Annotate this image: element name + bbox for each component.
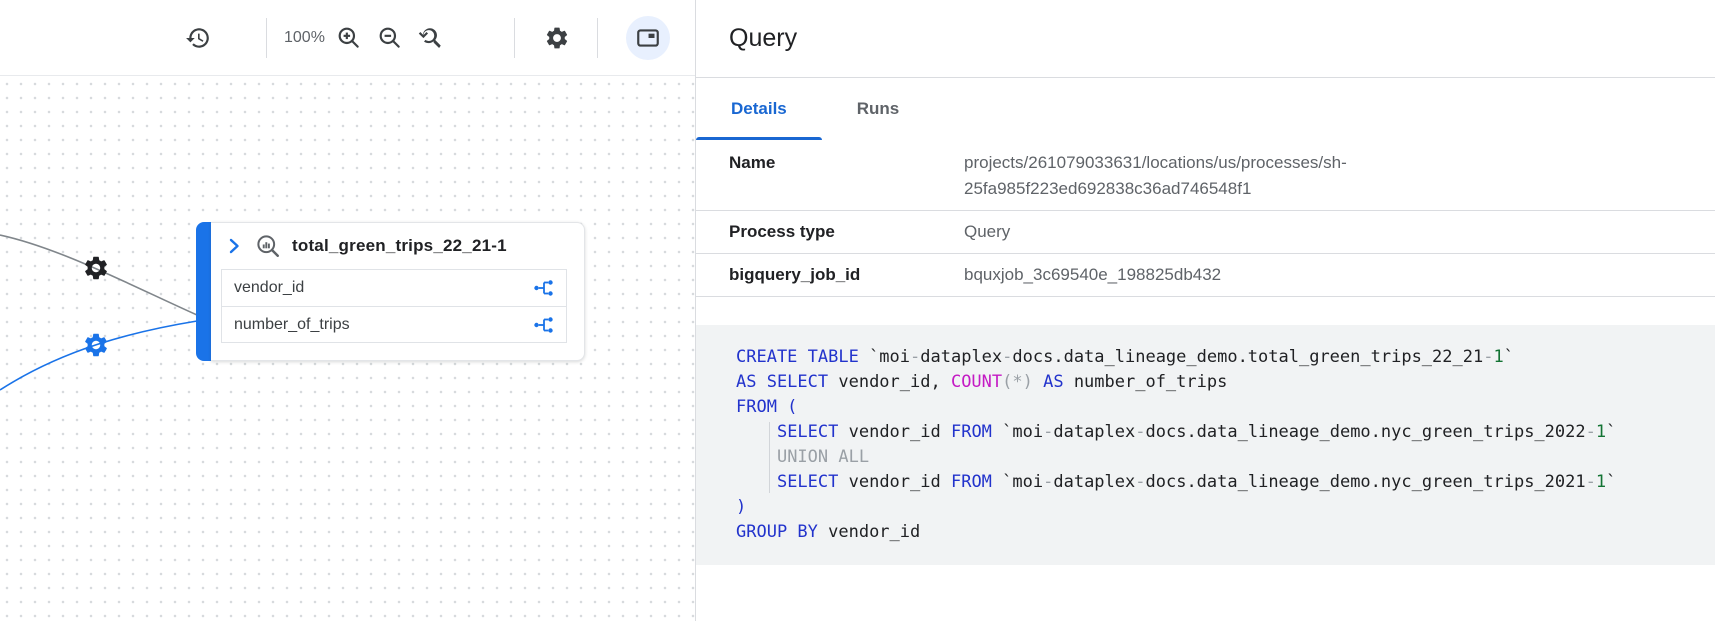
bigquery-table-icon (255, 233, 282, 260)
toolbar-divider (597, 18, 598, 58)
toggle-side-panel-button[interactable] (626, 16, 670, 60)
node-selected-accent-bar (196, 222, 211, 361)
table-node-total-green-trips[interactable]: total_green_trips_22_21-1 vendor_id (196, 222, 585, 361)
process-gear-node-2-selected[interactable] (82, 331, 110, 359)
graph-toolbar: 100% (0, 0, 695, 76)
sql-code: CREATE TABLE `moi-dataplex-docs.data_lin… (736, 345, 1715, 545)
detail-row-process-type: Process type Query (696, 211, 1715, 254)
tab-runs-label: Runs (857, 99, 900, 119)
process-gear-node-1[interactable] (82, 254, 110, 282)
detail-value: Query (964, 219, 1010, 245)
panel-tabs: Details Runs (696, 78, 1715, 140)
indent-guide (769, 422, 770, 493)
detail-row-name: Name projects/261079033631/locations/us/… (696, 140, 1715, 211)
detail-label: Process type (729, 219, 964, 245)
lineage-canvas[interactable]: total_green_trips_22_21-1 vendor_id (0, 77, 695, 621)
history-icon (185, 25, 211, 51)
tab-runs[interactable]: Runs (822, 78, 935, 140)
node-header: total_green_trips_22_21-1 (211, 223, 584, 269)
gear-icon (82, 254, 110, 282)
zoom-reset-icon (418, 25, 444, 51)
gear-icon (82, 331, 110, 359)
zoom-out-icon (377, 25, 403, 51)
detail-label: bigquery_job_id (729, 262, 964, 288)
column-lineage-icon[interactable] (532, 313, 556, 337)
detail-value: projects/261079033631/locations/us/proce… (964, 150, 1524, 202)
tab-details-label: Details (731, 99, 787, 119)
field-row-vendor-id[interactable]: vendor_id (222, 270, 566, 306)
details-side-panel: Query Details Runs Name projects/2610790… (695, 0, 1715, 621)
graph-settings-button[interactable] (539, 20, 575, 56)
zoom-level-label: 100% (284, 29, 325, 47)
detail-row-bigquery-job-id: bigquery_job_id bquxjob_3c69540e_198825d… (696, 254, 1715, 297)
panel-header: Query (696, 0, 1715, 78)
tab-details[interactable]: Details (696, 78, 822, 140)
node-schema-fields: vendor_id n (221, 269, 567, 343)
zoom-in-icon (336, 25, 362, 51)
zoom-out-button[interactable] (372, 20, 408, 56)
column-lineage-icon[interactable] (532, 276, 556, 300)
node-body: total_green_trips_22_21-1 vendor_id (211, 222, 585, 361)
toolbar-divider (514, 18, 515, 58)
detail-label: Name (729, 150, 964, 202)
field-name: vendor_id (234, 279, 304, 297)
field-name: number_of_trips (234, 316, 350, 334)
toolbar-divider (266, 18, 267, 58)
gear-icon (544, 25, 570, 51)
sql-code-block: CREATE TABLE `moi-dataplex-docs.data_lin… (696, 325, 1715, 565)
zoom-reset-button[interactable] (413, 20, 449, 56)
field-row-number-of-trips[interactable]: number_of_trips (222, 306, 566, 342)
node-title: total_green_trips_22_21-1 (292, 236, 507, 256)
side-panel-icon (635, 25, 661, 51)
zoom-in-button[interactable] (331, 20, 367, 56)
lineage-graph-region: 100% (0, 0, 695, 621)
detail-value: bquxjob_3c69540e_198825db432 (964, 262, 1221, 288)
chevron-right-icon[interactable] (223, 235, 245, 257)
panel-title: Query (729, 24, 797, 53)
history-button[interactable] (180, 20, 216, 56)
lineage-app: 100% (0, 0, 1715, 621)
